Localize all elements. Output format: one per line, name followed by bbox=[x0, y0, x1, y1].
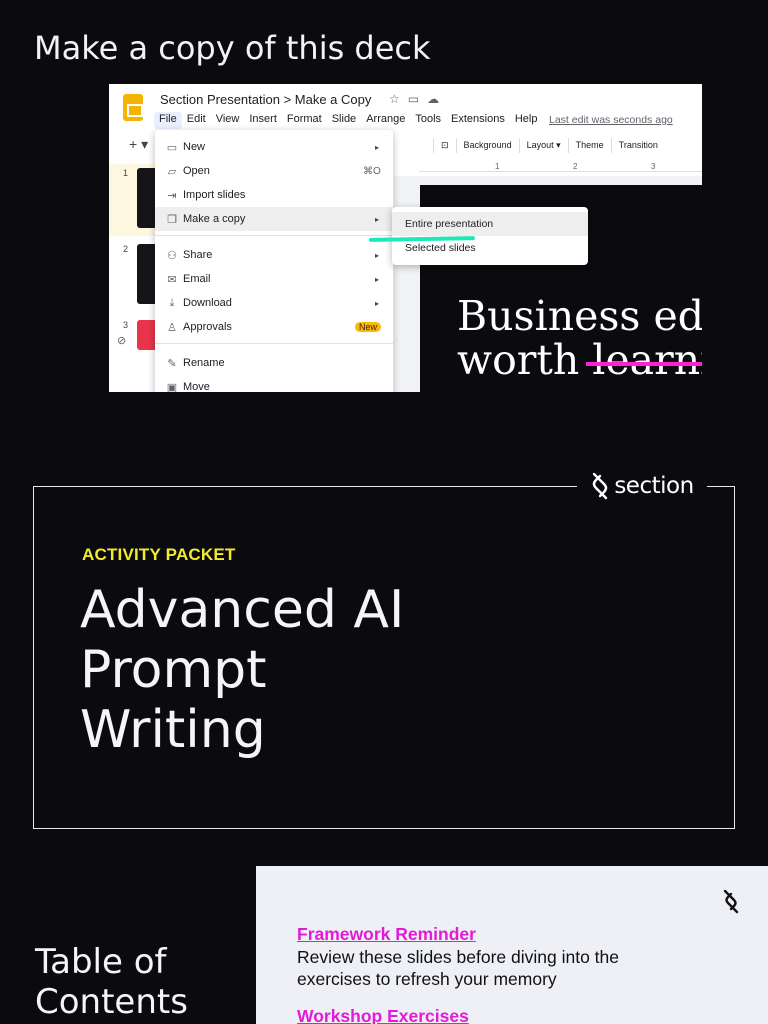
thumb-number: 3 bbox=[123, 320, 129, 330]
submenu-arrow-icon: ▸ bbox=[375, 250, 380, 260]
toolbar-layout: Layout ▾ bbox=[518, 138, 568, 153]
file-menu-open-label: Open bbox=[183, 165, 210, 177]
menu-slide: Slide bbox=[331, 113, 357, 125]
file-menu-new-label: New bbox=[183, 141, 206, 153]
copy-icon: ❐ bbox=[167, 213, 177, 226]
file-menu-move-label: Move bbox=[183, 381, 210, 392]
menu-divider bbox=[155, 343, 393, 344]
file-menu-share: ⚇ Share ▸ bbox=[155, 243, 393, 267]
toc-heading-line: Table of bbox=[35, 942, 167, 982]
slide-headline-strike: learni bbox=[586, 338, 702, 382]
file-menu: ▭ New ▸ ▱ Open ⌘O ⇥ Import slides ❐ Make… bbox=[155, 130, 393, 392]
submenu-arrow-icon: ▸ bbox=[375, 142, 380, 152]
new-badge: New bbox=[354, 322, 381, 332]
slide-headline-line1: Business edu bbox=[457, 292, 702, 340]
submenu-arrow-icon: ▸ bbox=[375, 214, 380, 224]
file-menu-import: ⇥ Import slides bbox=[155, 183, 393, 207]
toolbar-background: Background bbox=[455, 138, 519, 153]
file-menu-make-copy: ❐ Make a copy ▸ bbox=[155, 207, 393, 231]
toolbar-theme: Theme bbox=[567, 138, 611, 153]
menu-format: Format bbox=[286, 113, 322, 125]
submenu-arrow-icon: ▸ bbox=[375, 298, 380, 308]
thumb-number: 2 bbox=[123, 244, 129, 254]
section-mark-icon bbox=[723, 889, 739, 914]
menu-tools: Tools bbox=[415, 113, 442, 125]
folder-icon: ▱ bbox=[167, 165, 177, 178]
rename-icon: ✎ bbox=[167, 357, 177, 370]
share-icon: ⚇ bbox=[167, 249, 177, 262]
email-icon: ✉ bbox=[167, 273, 177, 286]
slide-headline-line2a: worth bbox=[457, 336, 593, 384]
star-icon: ☆ bbox=[389, 92, 408, 106]
google-slides-screenshot: Section Presentation > Make a Copy ☆▭☁ F… bbox=[109, 84, 702, 392]
toc-heading-line: Contents bbox=[35, 982, 188, 1022]
toc-heading: Table of Contents bbox=[35, 942, 188, 1022]
file-menu-email: ✉ Email ▸ bbox=[155, 267, 393, 291]
file-menu-rename: ✎ Rename bbox=[155, 351, 393, 375]
packet-title-line: Prompt bbox=[80, 640, 267, 700]
file-menu-import-label: Import slides bbox=[183, 189, 246, 201]
title-icons: ☆▭☁ bbox=[389, 92, 447, 106]
file-menu-approvals: ♙ Approvals New bbox=[155, 315, 393, 339]
add-icon: + ▾ bbox=[129, 136, 149, 152]
menu-arrange: Arrange bbox=[366, 113, 406, 125]
section-logo: section bbox=[577, 468, 707, 504]
section-logo-text: section bbox=[614, 473, 694, 499]
google-slides-logo-icon bbox=[123, 94, 143, 121]
toc-link-workshop-exercises[interactable]: Workshop Exercises bbox=[297, 1006, 469, 1024]
doc-title: Section Presentation > Make a Copy bbox=[160, 92, 372, 107]
ruler-mark: 2 bbox=[573, 162, 578, 171]
file-menu-new: ▭ New ▸ bbox=[155, 135, 393, 159]
file-menu-make-copy-label: Make a copy bbox=[183, 213, 246, 225]
file-menu-open: ▱ Open ⌘O bbox=[155, 159, 393, 183]
last-edit-status: Last edit was seconds ago bbox=[549, 114, 673, 126]
copy-deck-heading: Make a copy of this deck bbox=[34, 29, 431, 67]
download-icon: ⤓ bbox=[169, 296, 175, 309]
slide-thumbnail bbox=[137, 320, 157, 350]
ruler-mark: 3 bbox=[651, 162, 656, 171]
file-menu-move: ▣ Move bbox=[155, 375, 393, 392]
file-menu-download: ⤓ Download ▸ bbox=[155, 291, 393, 315]
toolbar-transition: Transition bbox=[610, 138, 665, 153]
slide-thumbnail bbox=[137, 168, 157, 228]
menu-insert: Insert bbox=[249, 113, 277, 125]
open-shortcut: ⌘O bbox=[363, 165, 381, 177]
menubar: File Edit View Insert Format Slide Arran… bbox=[154, 112, 542, 129]
menu-divider bbox=[155, 235, 393, 236]
packet-title-line: Writing bbox=[80, 700, 266, 760]
approvals-icon: ♙ bbox=[167, 321, 177, 334]
thumb-number: 1 bbox=[123, 168, 129, 178]
slide-headline: Business edu worth learni bbox=[457, 294, 702, 382]
submenu-arrow-icon: ▸ bbox=[375, 274, 380, 284]
menu-file: File bbox=[154, 112, 182, 129]
file-menu-share-label: Share bbox=[183, 249, 213, 261]
ruler-mark: 1 bbox=[495, 162, 500, 171]
toc-desc-framework-reminder: Review these slides before diving into t… bbox=[297, 947, 619, 989]
cloud-icon: ☁ bbox=[427, 92, 448, 106]
submenu-entire-presentation: Entire presentation bbox=[392, 212, 588, 236]
packet-title-line: Advanced AI bbox=[80, 580, 405, 640]
toc-link-framework-reminder[interactable]: Framework Reminder bbox=[297, 924, 476, 945]
file-menu-rename-label: Rename bbox=[183, 357, 225, 369]
slide-thumbnail bbox=[137, 244, 157, 304]
file-menu-download-label: Download bbox=[183, 297, 232, 309]
file-menu-email-label: Email bbox=[183, 273, 211, 285]
menu-edit: Edit bbox=[186, 113, 206, 125]
link-icon: ⊘ bbox=[117, 335, 127, 347]
section-logo-icon bbox=[593, 472, 608, 500]
activity-packet-label: ACTIVITY PACKET bbox=[82, 545, 236, 564]
folder-move-icon: ▭ bbox=[407, 92, 428, 106]
menu-help: Help bbox=[514, 113, 538, 125]
menu-extensions: Extensions bbox=[451, 113, 505, 125]
toolbar-comment-icon: ⊡ bbox=[433, 138, 456, 153]
file-menu-approvals-label: Approvals bbox=[183, 321, 232, 333]
move-icon: ▣ bbox=[166, 381, 178, 393]
toc-panel bbox=[256, 866, 768, 1024]
new-icon: ▭ bbox=[166, 141, 178, 154]
ruler: 1 2 3 bbox=[419, 162, 702, 172]
menu-view: View bbox=[215, 113, 240, 125]
import-icon: ⇥ bbox=[167, 189, 177, 202]
packet-title: Advanced AI Prompt Writing bbox=[80, 580, 500, 760]
